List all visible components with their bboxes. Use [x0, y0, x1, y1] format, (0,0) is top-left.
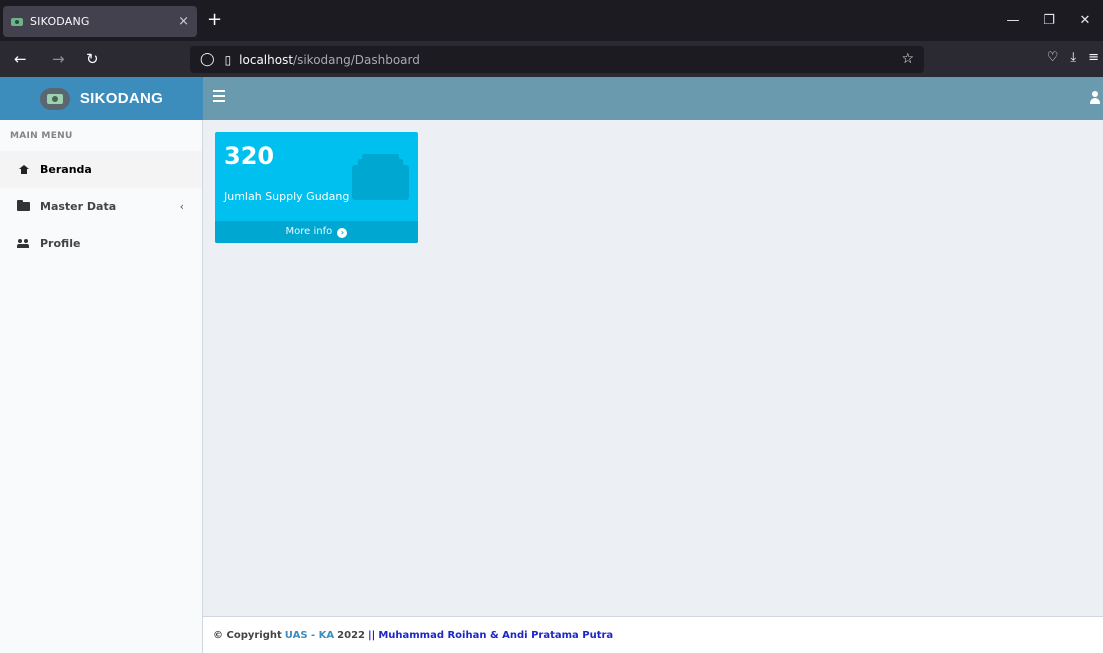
main-content: 320 Jumlah Supply Gudang More info ›: [203, 120, 1103, 616]
toolbar-right: ♡ ⤓ ≡: [1047, 50, 1099, 65]
home-icon: [17, 165, 30, 174]
folder-stack-icon: [352, 154, 409, 200]
sidebar-item-profile[interactable]: Profile: [0, 225, 202, 262]
page-info-icon[interactable]: ▯: [225, 53, 232, 67]
copyright-text: © Copyright: [213, 629, 282, 641]
downloads-icon[interactable]: ⤓: [1070, 50, 1076, 65]
money-icon: [39, 87, 70, 110]
chevron-left-icon: ‹: [179, 200, 184, 213]
more-info-link[interactable]: More info ›: [215, 221, 418, 243]
close-window-button[interactable]: ✕: [1067, 13, 1103, 28]
menu-icon[interactable]: ≡: [1088, 50, 1099, 65]
tab-title: SIKODANG: [30, 15, 90, 28]
app-logo[interactable]: SIKODANG: [0, 77, 203, 120]
info-box-number: 320: [224, 142, 275, 170]
footer-separator: ||: [368, 629, 376, 641]
reload-icon[interactable]: ↻: [86, 50, 99, 68]
browser-tab[interactable]: SIKODANG ×: [3, 6, 197, 37]
minimize-button[interactable]: —: [995, 13, 1031, 28]
url-bar[interactable]: ◯ ▯ localhost/sikodang/Dashboard ☆: [190, 46, 924, 73]
url-path: /sikodang/Dashboard: [293, 52, 420, 67]
new-tab-button[interactable]: +: [207, 9, 222, 30]
sidebar-item-label: Beranda: [40, 163, 92, 176]
back-icon[interactable]: ←: [14, 50, 27, 68]
arrow-circle-right-icon: ›: [337, 228, 348, 238]
user-icon[interactable]: [1090, 91, 1100, 105]
app-title: SIKODANG: [79, 90, 164, 107]
footer-year: 2022: [337, 629, 365, 641]
browser-nav-bar: ← → ↻ ◯ ▯ localhost/sikodang/Dashboard ☆…: [0, 41, 1103, 77]
forward-icon[interactable]: →: [52, 50, 65, 68]
sidebar-item-master-data[interactable]: Master Data ‹: [0, 188, 202, 225]
more-info-label: More info: [285, 226, 333, 237]
footer-link[interactable]: UAS - KA: [285, 630, 334, 641]
info-box-supply: 320 Jumlah Supply Gudang More info ›: [215, 132, 418, 243]
restore-button[interactable]: ❐: [1031, 13, 1067, 28]
pocket-icon[interactable]: ♡: [1047, 50, 1059, 65]
sidebar-item-label: Profile: [40, 237, 81, 250]
app-header: [203, 77, 1103, 120]
folder-icon: [17, 200, 30, 211]
tab-close-icon[interactable]: ×: [178, 14, 189, 29]
bookmark-star-icon[interactable]: ☆: [901, 51, 914, 67]
url-text[interactable]: localhost/sikodang/Dashboard: [239, 53, 420, 67]
tracking-shield-icon[interactable]: ◯: [200, 52, 215, 67]
sidebar-item-label: Master Data: [40, 200, 117, 213]
favicon-icon: [11, 17, 23, 26]
footer-authors: Muhammad Roihan & Andi Pratama Putra: [378, 629, 614, 641]
page-footer: © Copyright UAS - KA 2022 || Muhammad Ro…: [203, 616, 1103, 653]
sidebar-toggle-icon[interactable]: [213, 90, 225, 105]
browser-tab-bar: SIKODANG × + — ❐ ✕: [0, 0, 1103, 41]
window-controls: — ❐ ✕: [995, 0, 1103, 41]
url-host: localhost: [239, 52, 294, 67]
users-icon: [17, 239, 30, 248]
sidebar: MAIN MENU Beranda Master Data ‹ Profile: [0, 120, 203, 653]
sidebar-item-beranda[interactable]: Beranda: [0, 151, 202, 188]
info-box-label: Jumlah Supply Gudang: [224, 190, 350, 203]
menu-header: MAIN MENU: [10, 131, 73, 141]
